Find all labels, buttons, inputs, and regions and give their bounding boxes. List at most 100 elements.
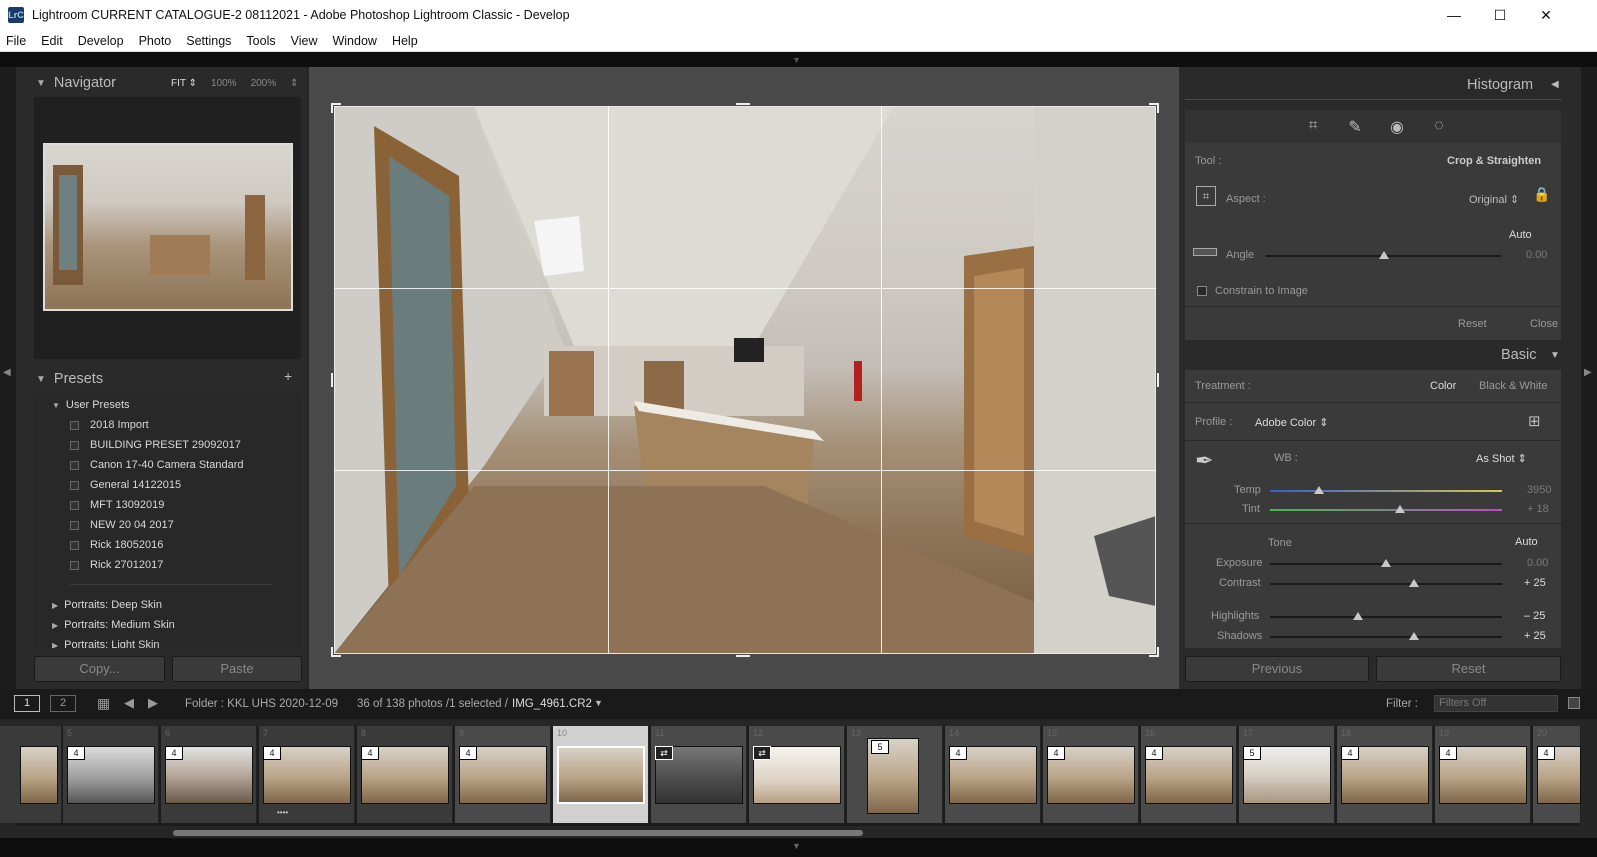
filter-lock-icon[interactable] bbox=[1568, 697, 1580, 709]
view-2-button[interactable]: 2 bbox=[50, 695, 76, 712]
collapse-left-icon[interactable]: ◀ bbox=[1551, 79, 1559, 90]
crop-corner-handle[interactable] bbox=[1149, 647, 1159, 657]
collapse-down-icon[interactable]: ▼ bbox=[1550, 350, 1560, 361]
zoom-fit[interactable]: FIT ⇕ bbox=[171, 78, 197, 89]
temp-slider[interactable] bbox=[1270, 490, 1502, 492]
stack-count-badge[interactable]: 4 bbox=[67, 746, 85, 760]
presets-header[interactable]: ▼ Presets bbox=[36, 365, 306, 393]
menu-photo[interactable]: Photo bbox=[139, 34, 172, 48]
crop-frame[interactable] bbox=[334, 106, 1156, 654]
temp-slider-knob[interactable] bbox=[1313, 486, 1324, 494]
exposure-value[interactable]: 0.00 bbox=[1527, 557, 1548, 569]
filmstrip-thumbnail[interactable]: 11 ⇄ bbox=[651, 726, 747, 823]
tint-value[interactable]: + 18 bbox=[1527, 503, 1549, 515]
menu-develop[interactable]: Develop bbox=[78, 34, 124, 48]
forward-arrow-icon[interactable]: ▶ bbox=[148, 695, 158, 711]
filmstrip-thumbnail[interactable]: 20 4 bbox=[1533, 726, 1581, 823]
filmstrip-thumbnail[interactable]: 94 bbox=[455, 726, 551, 823]
angle-slider-knob[interactable] bbox=[1378, 251, 1389, 259]
filmstrip-thumbnail[interactable]: 54 bbox=[63, 726, 159, 823]
previous-button[interactable]: Previous bbox=[1185, 656, 1369, 682]
folder-label[interactable]: Folder : KKL UHS 2020-12-09 bbox=[185, 698, 338, 710]
crop-tool-icon[interactable]: ⌗ bbox=[1302, 117, 1324, 139]
filmstrip-thumbnail[interactable]: 14 4 bbox=[945, 726, 1041, 823]
stack-count-badge[interactable]: 5 bbox=[871, 740, 889, 754]
filmstrip-thumbnail[interactable]: 18 4 bbox=[1337, 726, 1433, 823]
highlights-value[interactable]: – 25 bbox=[1524, 610, 1545, 622]
stack-count-badge[interactable]: 4 bbox=[1145, 746, 1163, 760]
preset-item[interactable]: BUILDING PRESET 29092017 bbox=[70, 439, 241, 451]
right-panel-gutter[interactable]: ▶ bbox=[1581, 67, 1597, 689]
preset-item[interactable]: 2018 Import bbox=[70, 419, 149, 431]
add-preset-icon[interactable]: + bbox=[284, 368, 292, 384]
tint-slider[interactable] bbox=[1270, 509, 1502, 511]
crop-edge-handle[interactable] bbox=[331, 373, 333, 387]
preset-item[interactable]: Rick 27012017 bbox=[70, 559, 163, 571]
selected-filename[interactable]: IMG_4961.CR2 bbox=[512, 698, 592, 710]
spot-removal-icon[interactable]: ✎ bbox=[1344, 117, 1366, 139]
virtual-copy-badge[interactable]: ⇄ bbox=[753, 746, 771, 760]
preset-group[interactable]: ▶ Portraits: Light Skin bbox=[52, 639, 160, 648]
contrast-slider[interactable] bbox=[1270, 583, 1502, 585]
wb-dropdown[interactable]: As Shot ⇕ bbox=[1476, 452, 1527, 465]
shadows-slider[interactable] bbox=[1270, 636, 1502, 638]
preset-item[interactable]: NEW 20 04 2017 bbox=[70, 519, 174, 531]
bottom-panel-toggle[interactable]: ▼ bbox=[0, 838, 1597, 857]
stack-count-badge[interactable]: 4 bbox=[459, 746, 477, 760]
filmstrip-thumbnail[interactable]: 84 bbox=[357, 726, 453, 823]
shadows-value[interactable]: + 25 bbox=[1524, 630, 1546, 642]
zoom-custom[interactable]: ⇕ bbox=[290, 78, 298, 89]
navigator-thumbnail[interactable] bbox=[43, 143, 293, 311]
back-arrow-icon[interactable]: ◀ bbox=[124, 695, 134, 711]
filmstrip-thumbnail[interactable] bbox=[0, 726, 62, 823]
angle-value[interactable]: 0.00 bbox=[1526, 249, 1547, 261]
stack-count-badge[interactable]: 4 bbox=[165, 746, 183, 760]
red-eye-icon[interactable]: ◉ bbox=[1386, 117, 1408, 139]
preset-item[interactable]: Rick 18052016 bbox=[70, 539, 163, 551]
temp-value[interactable]: 3950 bbox=[1527, 484, 1551, 496]
filter-dropdown[interactable]: Filters Off bbox=[1434, 695, 1558, 712]
preset-group-user[interactable]: ▼ User Presets bbox=[52, 399, 130, 411]
filmstrip-scrollbar[interactable] bbox=[173, 830, 863, 836]
filmstrip-thumbnail[interactable]: 12 ⇄ bbox=[749, 726, 845, 823]
copy-settings-button[interactable]: Copy... bbox=[34, 656, 165, 682]
virtual-copy-badge[interactable]: ⇄ bbox=[655, 746, 673, 760]
left-panel-gutter[interactable]: ◀ bbox=[0, 67, 16, 689]
basic-title[interactable]: Basic bbox=[1501, 347, 1536, 363]
top-panel-toggle[interactable]: ▼ bbox=[0, 52, 1597, 67]
filmstrip-thumbnail[interactable]: 16 4 bbox=[1141, 726, 1237, 823]
preset-item[interactable]: Canon 17-40 Camera Standard bbox=[70, 459, 243, 471]
filmstrip-thumbnail[interactable]: 64 bbox=[161, 726, 257, 823]
treatment-bw-option[interactable]: Black & White bbox=[1479, 380, 1547, 392]
crop-aspect-icon[interactable]: ⌗ bbox=[1196, 186, 1216, 206]
filename-dropdown-icon[interactable]: ▼ bbox=[594, 698, 603, 708]
filmstrip-thumbnail[interactable]: 13 5 bbox=[847, 726, 943, 823]
contrast-slider-knob[interactable] bbox=[1408, 579, 1419, 587]
masking-icon[interactable]: ◌ bbox=[1428, 117, 1450, 139]
crop-edge-handle[interactable] bbox=[736, 655, 750, 657]
filmstrip-thumbnail[interactable]: 7 4 •••• bbox=[259, 726, 355, 823]
lock-icon[interactable]: 🔒 bbox=[1533, 186, 1550, 204]
stack-count-badge[interactable]: 4 bbox=[1439, 746, 1457, 760]
crop-edge-handle[interactable] bbox=[736, 103, 750, 105]
treatment-color-option[interactable]: Color bbox=[1430, 380, 1456, 392]
menu-file[interactable]: File bbox=[6, 34, 26, 48]
menu-edit[interactable]: Edit bbox=[41, 34, 63, 48]
filmstrip-thumbnail[interactable]: 17 5 bbox=[1239, 726, 1335, 823]
crop-close-button[interactable]: Close bbox=[1530, 318, 1558, 330]
preset-item[interactable]: General 14122015 bbox=[70, 479, 181, 491]
preset-group[interactable]: ▶ Portraits: Deep Skin bbox=[52, 599, 162, 611]
menu-view[interactable]: View bbox=[291, 34, 318, 48]
stack-count-badge[interactable]: 4 bbox=[263, 746, 281, 760]
highlights-slider[interactable] bbox=[1270, 616, 1502, 618]
shadows-slider-knob[interactable] bbox=[1408, 632, 1419, 640]
crop-corner-handle[interactable] bbox=[1149, 103, 1159, 113]
wb-eyedropper-icon[interactable]: ✒ bbox=[1195, 448, 1213, 474]
crop-corner-handle[interactable] bbox=[331, 103, 341, 113]
crop-edge-handle[interactable] bbox=[1157, 373, 1159, 387]
filmstrip-thumbnail[interactable]: 19 4 bbox=[1435, 726, 1531, 823]
zoom-100[interactable]: 100% bbox=[211, 78, 237, 89]
stack-count-badge[interactable]: 4 bbox=[1047, 746, 1065, 760]
preset-group[interactable]: ▶ Portraits: Medium Skin bbox=[52, 619, 175, 631]
zoom-200[interactable]: 200% bbox=[251, 78, 277, 89]
